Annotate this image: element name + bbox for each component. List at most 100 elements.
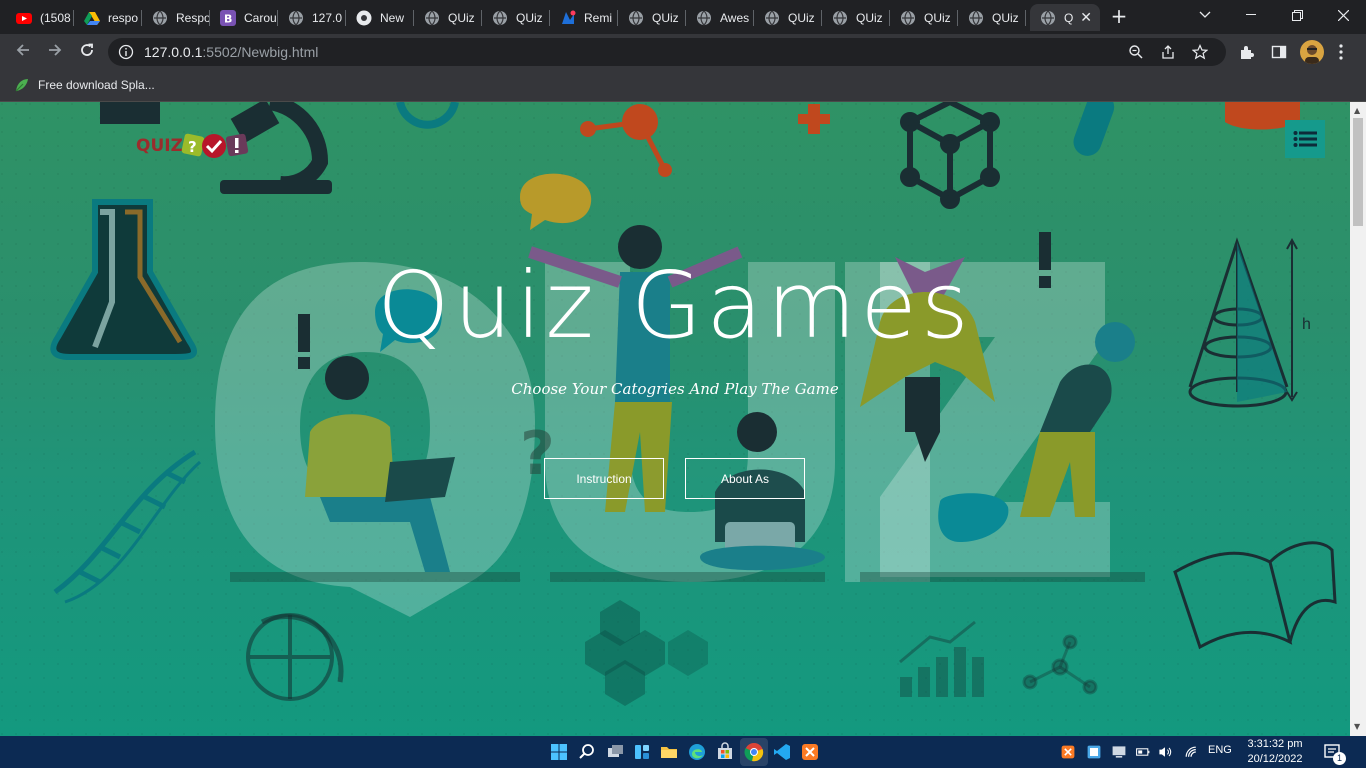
browser-tab[interactable]: Remi	[550, 4, 618, 31]
xampp-tray-icon[interactable]	[1060, 744, 1076, 760]
globe-icon	[832, 10, 848, 26]
browser-tab[interactable]: QUiz	[618, 4, 686, 31]
extensions-icon[interactable]	[1239, 44, 1255, 60]
taskbar-clock[interactable]: 3:31:32 pm 20/12/2022	[1240, 737, 1310, 767]
tab-search-icon[interactable]	[1182, 0, 1228, 30]
browser-tab[interactable]: New	[346, 4, 414, 31]
browser-tab[interactable]: QUiz	[822, 4, 890, 31]
bookmark-star-icon[interactable]	[1192, 44, 1208, 60]
about-button[interactable]: About As	[685, 458, 805, 499]
scrollbar-thumb[interactable]	[1353, 118, 1363, 226]
browser-tab[interactable]: QUiz	[754, 4, 822, 31]
profile-avatar[interactable]	[1300, 40, 1324, 64]
svg-text:?: ?	[188, 138, 197, 156]
share-icon[interactable]	[1160, 44, 1176, 60]
browser-tab-strip: (1508 respo Respo B Carou 127.0 New QUiz QUiz Rem…	[0, 0, 1366, 34]
browser-tab[interactable]: (1508	[6, 4, 74, 31]
language-indicator[interactable]: ENG	[1208, 744, 1232, 756]
globe-icon	[492, 10, 508, 26]
globe-icon	[900, 10, 916, 26]
tray-app-icon[interactable]	[1086, 744, 1102, 760]
browser-tab[interactable]: QUiz	[890, 4, 958, 31]
tab-title: QUiz	[856, 10, 883, 25]
zoom-icon[interactable]	[1128, 44, 1144, 60]
scroll-up-arrow[interactable]: ▲	[1354, 106, 1360, 115]
tab-title: Carou	[244, 10, 277, 25]
globe-icon	[288, 10, 304, 26]
vscode-icon[interactable]	[772, 742, 792, 762]
list-menu-icon	[1293, 131, 1317, 147]
tab-title: Remi	[584, 10, 613, 25]
browser-tab[interactable]: 127.0	[278, 4, 346, 31]
store-icon[interactable]	[715, 742, 735, 762]
widgets-icon[interactable]	[632, 742, 652, 762]
xampp-icon[interactable]	[800, 742, 820, 762]
search-icon[interactable]	[577, 742, 597, 762]
back-button[interactable]	[12, 42, 34, 62]
scroll-down-arrow[interactable]: ▼	[1354, 722, 1360, 731]
forward-button[interactable]	[44, 42, 66, 62]
remix-icon	[560, 10, 576, 26]
battery-icon[interactable]	[1135, 744, 1151, 760]
globe-icon	[696, 10, 712, 26]
close-tab-icon[interactable]: ✕	[1080, 9, 1092, 26]
browser-tab[interactable]: Awes	[686, 4, 754, 31]
browser-tab[interactable]: QUiz	[958, 4, 1026, 31]
wifi-icon[interactable]	[1183, 744, 1199, 760]
youtube-icon	[16, 10, 32, 26]
file-explorer-icon[interactable]	[659, 742, 679, 762]
new-tab-button[interactable]: +	[1108, 6, 1130, 28]
tab-title: QUiz	[652, 10, 679, 25]
url-text[interactable]: 127.0.0.1:5502/Newbig.html	[144, 44, 318, 60]
tab-title: respo	[108, 10, 139, 25]
tab-separator	[1025, 10, 1026, 26]
globe-icon	[764, 10, 780, 26]
google-drive-icon	[84, 10, 100, 26]
tab-title: QUiz	[992, 10, 1019, 25]
globe-icon	[152, 10, 168, 26]
windows-start-icon[interactable]	[549, 742, 569, 762]
tab-title: QUiz	[516, 10, 543, 25]
browser-toolbar: 127.0.0.1:5502/Newbig.html	[0, 34, 1366, 70]
side-panel-icon[interactable]	[1271, 44, 1287, 60]
minimize-button[interactable]	[1228, 0, 1274, 30]
volume-icon[interactable]	[1157, 744, 1173, 760]
reload-button[interactable]	[76, 42, 98, 62]
bookmark-item[interactable]: Free download Spla...	[14, 77, 155, 93]
windows-taskbar: ENG 3:31:32 pm 20/12/2022 1	[0, 736, 1366, 768]
browser-tab[interactable]: B Carou	[210, 4, 278, 31]
globe-icon	[424, 10, 440, 26]
edge-browser-icon[interactable]	[687, 742, 707, 762]
info-icon[interactable]	[118, 44, 134, 60]
task-view-icon[interactable]	[605, 742, 625, 762]
browser-tab[interactable]: Q ✕	[1030, 4, 1100, 31]
svg-text:B: B	[224, 12, 232, 25]
browser-tab[interactable]: respo	[74, 4, 142, 31]
menu-toggle-button[interactable]	[1285, 120, 1325, 158]
browser-tab[interactable]: Respo	[142, 4, 210, 31]
bookmark-label: Free download Spla...	[38, 78, 155, 92]
leaf-icon	[15, 79, 28, 92]
page-scrollbar[interactable]: ▲ ▼	[1350, 102, 1366, 736]
address-bar[interactable]: 127.0.0.1:5502/Newbig.html	[108, 38, 1226, 66]
menu-dots-icon[interactable]	[1338, 44, 1344, 60]
close-window-button[interactable]	[1320, 0, 1366, 30]
browser-tab[interactable]: QUiz	[414, 4, 482, 31]
site-logo[interactable]: QUIZ ?	[136, 132, 251, 160]
clock-time: 3:31:32 pm	[1247, 738, 1303, 750]
bookmarks-bar: Free download Spla...	[0, 70, 1366, 102]
tab-title: QUiz	[448, 10, 475, 25]
bootstrap-icon: B	[220, 9, 236, 26]
tab-title: 127.0	[312, 10, 343, 25]
chrome-taskbar-active[interactable]	[740, 738, 768, 766]
restore-button[interactable]	[1274, 0, 1320, 30]
tab-title: New	[380, 10, 405, 25]
background-illustration: ? h	[0, 102, 1350, 736]
tab-title: QUiz	[924, 10, 951, 25]
instruction-button[interactable]: Instruction	[544, 458, 664, 499]
browser-tab[interactable]: QUiz	[482, 4, 550, 31]
monitor-tray-icon[interactable]	[1111, 744, 1127, 760]
page-subtitle: Choose Your Catogries And Play The Game	[511, 380, 839, 398]
tab-title: (1508	[40, 10, 71, 25]
tab-title: Respo	[176, 10, 210, 25]
